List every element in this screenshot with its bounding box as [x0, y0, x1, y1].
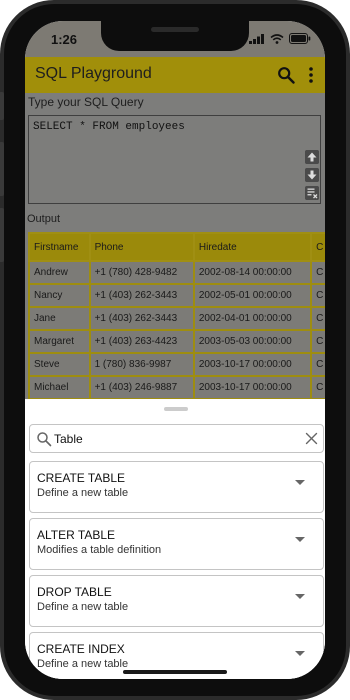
output-label: Output [27, 213, 61, 225]
keyword-search-field [29, 424, 324, 453]
app-title: SQL Playground [35, 65, 152, 82]
table-cell: +1 (403) 262-3443 [88, 283, 195, 308]
table-cell: +1 (780) 428-9482 [88, 260, 195, 285]
table-cell: C [310, 329, 325, 354]
chevron-down-icon[interactable] [293, 648, 307, 658]
keyword-description: Define a new table [37, 487, 129, 499]
query-label: Type your SQL Query [28, 95, 144, 109]
table-cell: 2003-10-17 00:00:00 [192, 375, 313, 400]
table-cell: Michael [28, 375, 91, 400]
search-icon [37, 432, 52, 447]
status-bar: 1:26 [25, 21, 325, 57]
chevron-down-icon[interactable] [293, 477, 307, 487]
keyword-title: CREATE TABLE [37, 471, 126, 485]
table-cell: 2003-10-17 00:00:00 [192, 352, 313, 377]
keyword-description: Define a new table [37, 658, 129, 670]
column-header[interactable]: C [310, 232, 325, 262]
speaker-grille [151, 27, 199, 32]
table-cell: C [310, 260, 325, 285]
table-cell: 2003-05-03 00:00:00 [192, 329, 313, 354]
status-icons [249, 33, 311, 44]
table-cell: Steve [28, 352, 91, 377]
table-cell: Nancy [28, 283, 91, 308]
keyword-title: DROP TABLE [37, 585, 112, 599]
table-cell: 2002-08-14 00:00:00 [192, 260, 313, 285]
home-indicator[interactable] [123, 670, 227, 674]
status-time: 1:26 [51, 32, 78, 47]
table-row[interactable]: Andrew +1 (780) 428-9482 2002-08-14 00:0… [28, 260, 325, 285]
screen: 1:26 SQL Playground Type your SQL Query … [25, 21, 325, 679]
table-row[interactable]: Nancy +1 (403) 262-3443 2002-05-01 00:00… [28, 283, 325, 308]
keyword-description: Modifies a table definition [37, 544, 162, 556]
keyword-title: ALTER TABLE [37, 528, 116, 542]
table-cell: 1 (780) 836-9987 [88, 352, 195, 377]
drag-handle[interactable] [164, 407, 188, 411]
signal-icon [249, 33, 264, 44]
keyword-item-create-table[interactable]: CREATE TABLE Define a new table [29, 461, 324, 513]
table-cell: Jane [28, 306, 91, 331]
table-cell: C [310, 375, 325, 400]
table-cell: C [310, 352, 325, 377]
results-table: Firstname Phone Hiredate C Andrew +1 (78… [28, 232, 325, 400]
wifi-icon [270, 33, 284, 44]
query-text: SELECT * FROM employees [33, 121, 185, 133]
keyword-item-drop-table[interactable]: DROP TABLE Define a new table [29, 575, 324, 627]
table-cell: 2002-05-01 00:00:00 [192, 283, 313, 308]
keyword-title: CREATE INDEX [37, 642, 125, 656]
table-cell: C [310, 306, 325, 331]
notch [101, 21, 249, 51]
clear-text-icon[interactable] [305, 186, 319, 200]
search-icon[interactable] [277, 66, 295, 84]
arrow-down-icon[interactable] [305, 168, 319, 182]
battery-icon [289, 33, 311, 44]
phone-frame: 1:26 SQL Playground Type your SQL Query … [0, 0, 350, 700]
bottom-sheet: CREATE TABLE Define a new table ALTER TA… [25, 399, 325, 679]
main-content: Type your SQL Query SELECT * FROM employ… [25, 93, 325, 400]
table-row[interactable]: Margaret +1 (403) 263-4423 2003-05-03 00… [28, 329, 325, 354]
arrow-up-icon[interactable] [305, 150, 319, 164]
table-cell: Andrew [28, 260, 91, 285]
column-header[interactable]: Hiredate [192, 232, 313, 262]
table-cell: Margaret [28, 329, 91, 354]
more-vertical-icon[interactable] [305, 66, 317, 84]
table-cell: +1 (403) 262-3443 [88, 306, 195, 331]
table-header-row: Firstname Phone Hiredate C [28, 232, 325, 262]
table-row[interactable]: Michael +1 (403) 246-9887 2003-10-17 00:… [28, 375, 325, 400]
table-row[interactable]: Jane +1 (403) 262-3443 2002-04-01 00:00:… [28, 306, 325, 331]
keyword-item-alter-table[interactable]: ALTER TABLE Modifies a table definition [29, 518, 324, 570]
table-cell: +1 (403) 263-4423 [88, 329, 195, 354]
query-editor[interactable]: SELECT * FROM employees [28, 115, 321, 204]
close-icon[interactable] [304, 431, 319, 446]
table-row[interactable]: Steve 1 (780) 836-9987 2003-10-17 00:00:… [28, 352, 325, 377]
app-bar: SQL Playground [25, 57, 325, 93]
chevron-down-icon[interactable] [293, 534, 307, 544]
table-cell: 2002-04-01 00:00:00 [192, 306, 313, 331]
table-cell: +1 (403) 246-9887 [88, 375, 195, 400]
chevron-down-icon[interactable] [293, 591, 307, 601]
table-cell: C [310, 283, 325, 308]
keyword-description: Define a new table [37, 601, 129, 613]
search-input[interactable] [54, 430, 294, 448]
column-header[interactable]: Firstname [28, 232, 91, 262]
column-header[interactable]: Phone [88, 232, 195, 262]
